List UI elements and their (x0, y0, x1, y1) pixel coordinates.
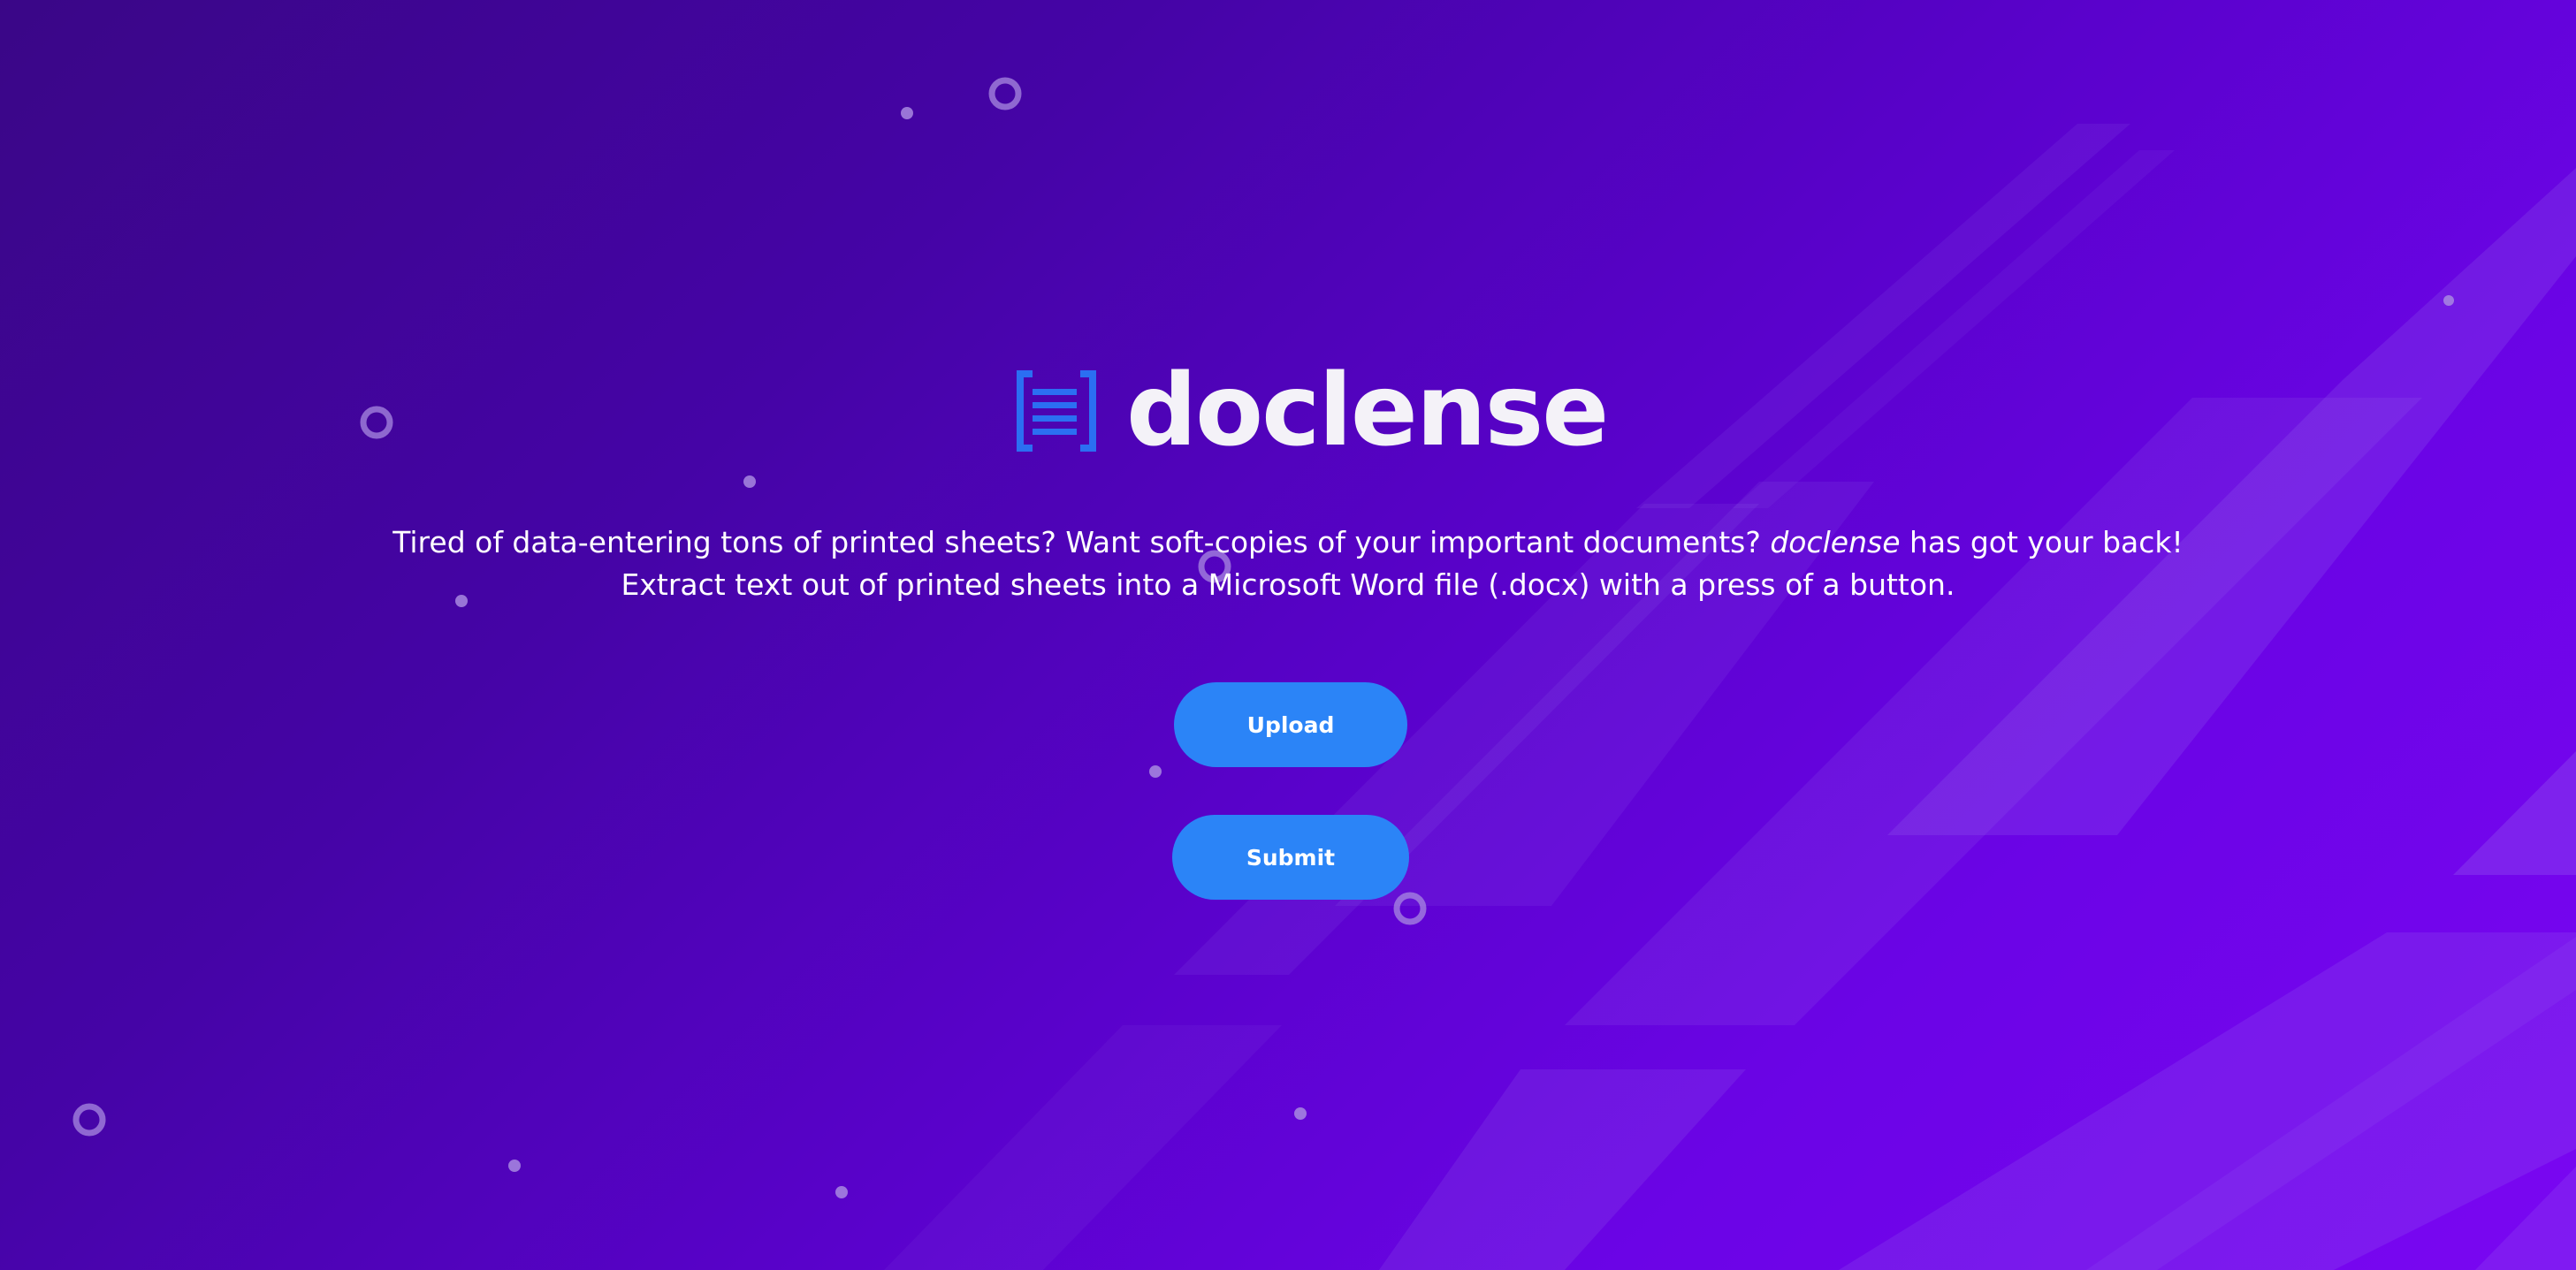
tagline-line-2: Extract text out of printed sheets into … (621, 567, 1955, 602)
submit-button[interactable]: Submit (1172, 815, 1409, 900)
tagline: Tired of data-entering tons of printed s… (0, 521, 2576, 606)
upload-button[interactable]: Upload (1174, 682, 1407, 767)
hero-section: doclense Tired of data-entering tons of … (0, 0, 2576, 1270)
tagline-brand-emphasis: doclense (1770, 525, 1901, 559)
tagline-line-1-start: Tired of data-entering tons of printed s… (392, 525, 1771, 559)
brand-name: doclense (1126, 354, 1609, 468)
tagline-line-1-end: has got your back! (1900, 525, 2184, 559)
document-brackets-icon (1017, 370, 1096, 452)
brand-logo: doclense (1017, 349, 1609, 473)
tagline-line-1: Tired of data-entering tons of printed s… (0, 521, 2576, 564)
